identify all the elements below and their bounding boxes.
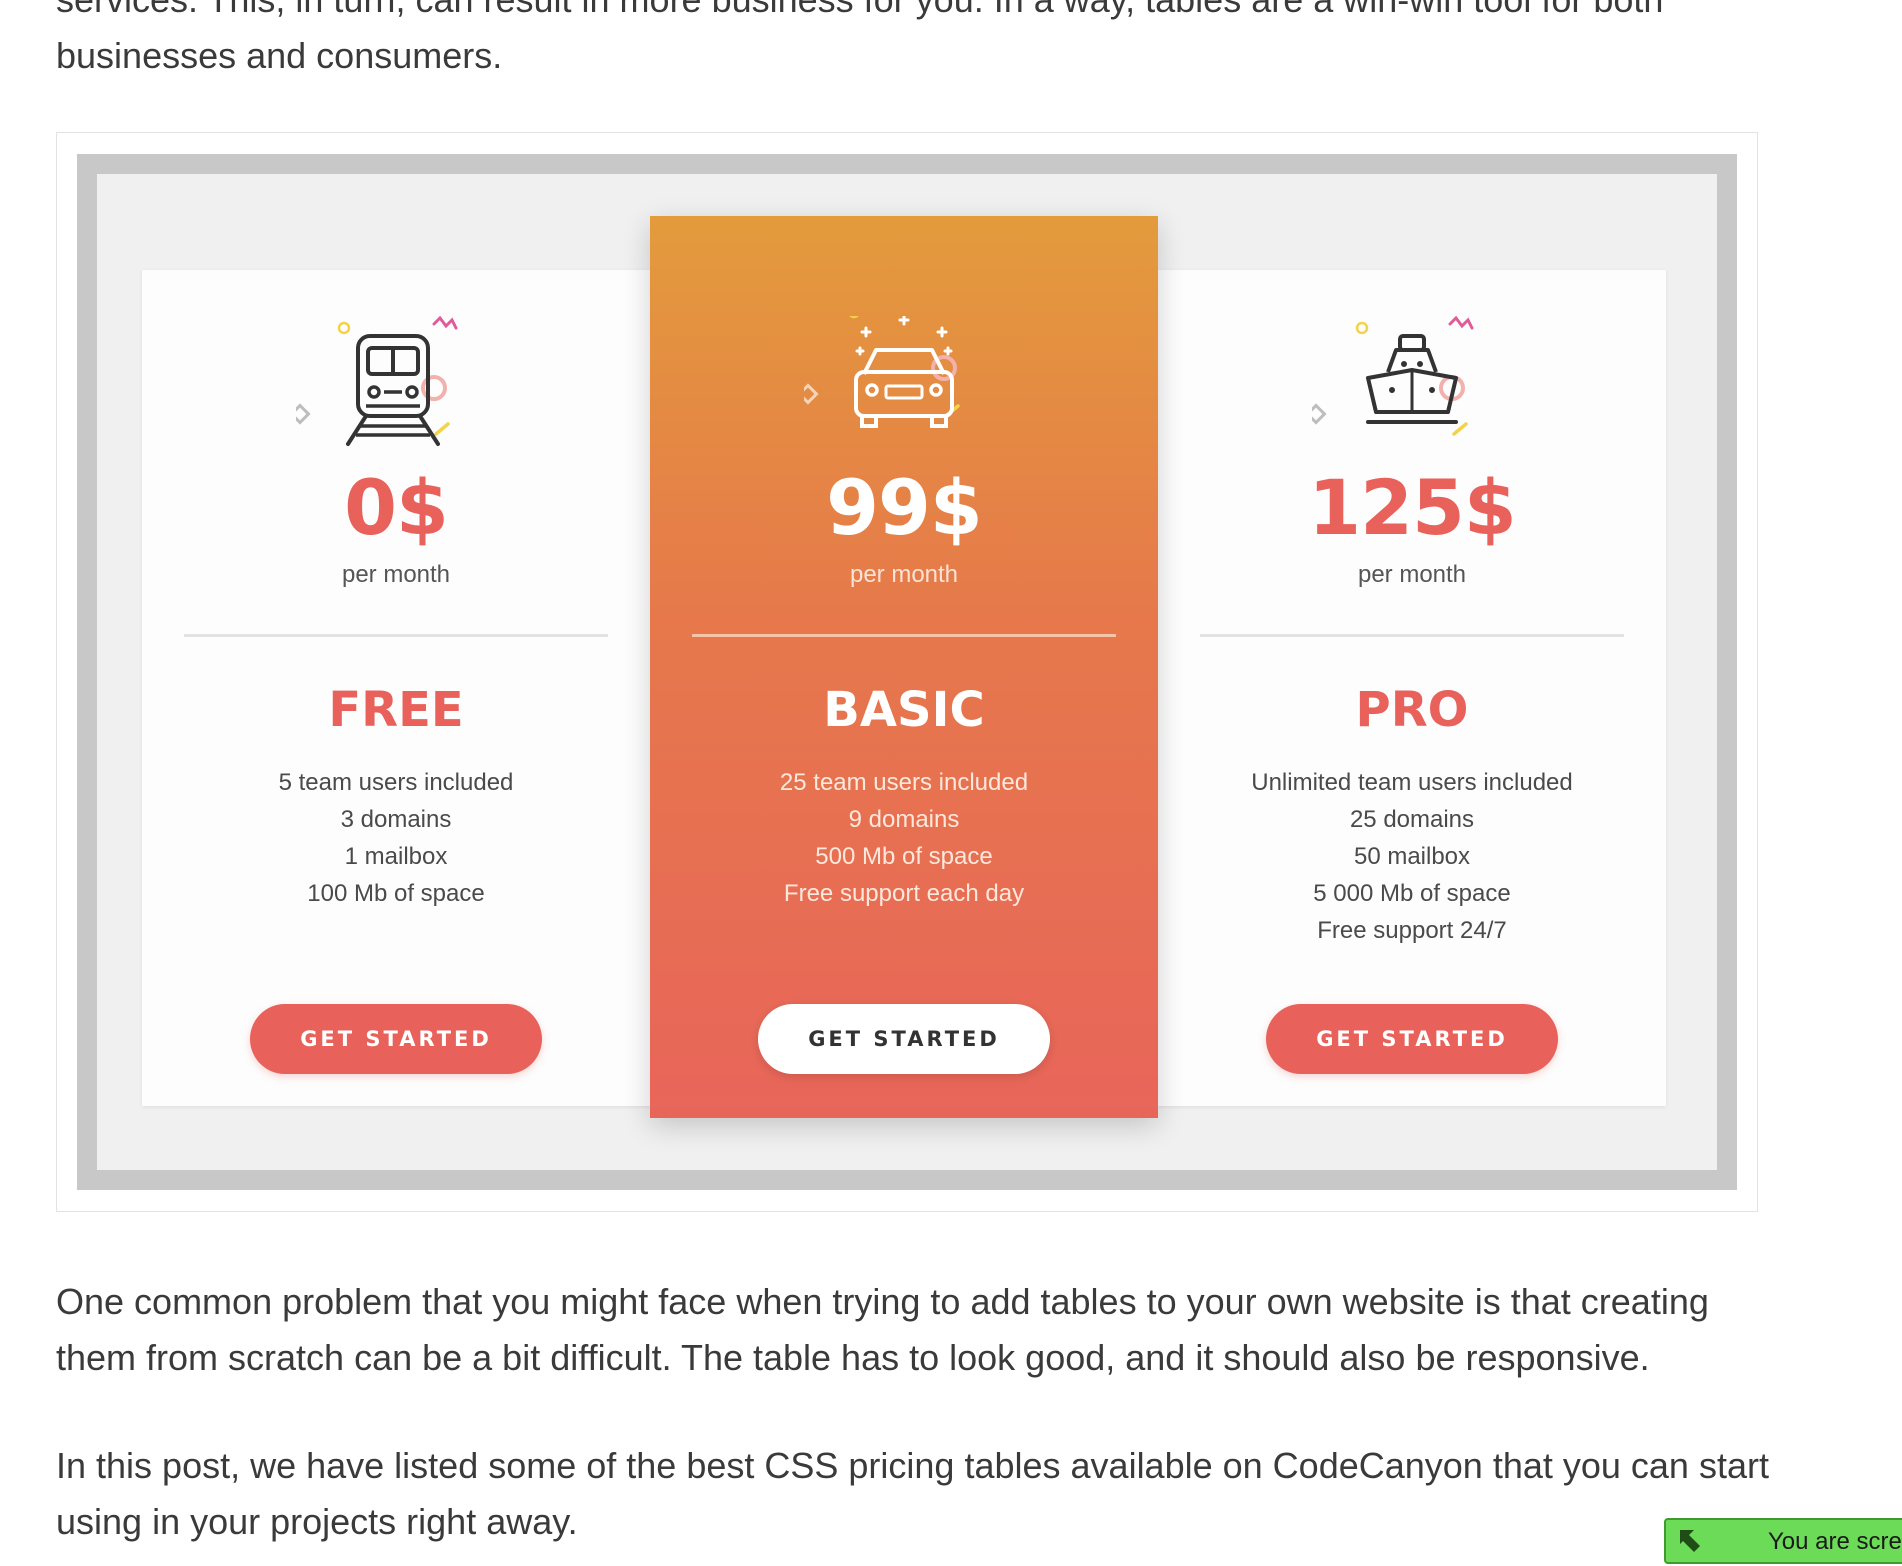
arrow-up-left-icon (1680, 1530, 1700, 1552)
feature-item: 25 team users included (779, 769, 1029, 796)
screen-share-toast[interactable]: You are scre (1664, 1518, 1902, 1564)
pricing-stage: 0$ per month FREE 5 team users included … (97, 174, 1717, 1170)
feature-list: 5 team users included 3 domains 1 mailbo… (142, 764, 650, 912)
get-started-button-basic[interactable]: GET STARTED (758, 1004, 1050, 1074)
get-started-button-free[interactable]: GET STARTED (250, 1004, 542, 1074)
body-paragraph: In this post, we have listed some of the… (56, 1445, 1769, 1542)
feature-item: 5 team users included (278, 769, 514, 796)
feature-item: 500 Mb of space (815, 843, 993, 870)
feature-item: 50 mailbox (1353, 843, 1471, 870)
screenshot-frame: 0$ per month FREE 5 team users included … (77, 154, 1737, 1190)
feature-item: Unlimited team users included (1251, 769, 1573, 796)
card-divider (184, 634, 608, 637)
body-paragraph: One common problem that you might face w… (56, 1281, 1709, 1378)
feature-list: 25 team users included 9 domains 500 Mb … (650, 764, 1158, 912)
plan-period: per month (341, 561, 451, 588)
car-icon (804, 316, 1004, 456)
pricing-card-free: 0$ per month FREE 5 team users included … (142, 270, 650, 1106)
feature-item: Free support each day (783, 880, 1025, 907)
plan-period: per month (849, 561, 959, 588)
plan-name: BASIC (823, 682, 985, 738)
card-divider (1200, 634, 1624, 637)
feature-item: 25 domains (1349, 806, 1475, 833)
feature-list: Unlimited team users included 25 domains… (1158, 764, 1666, 949)
train-icon (296, 316, 496, 456)
feature-item: 5 000 Mb of space (1313, 880, 1511, 907)
plan-period: per month (1357, 561, 1467, 588)
intro-line-partial: services. This, in turn, can result in m… (56, 0, 1776, 28)
plan-price: 99$ (826, 463, 983, 552)
intro-line: businesses and consumers. (56, 35, 503, 76)
intro-paragraph: services. This, in turn, can result in m… (56, 0, 1776, 84)
feature-item: 1 mailbox (344, 843, 448, 870)
ship-icon (1312, 316, 1512, 456)
pricing-card-basic: 99$ per month BASIC 25 team users includ… (650, 216, 1158, 1118)
feature-item: 9 domains (848, 806, 960, 833)
feature-item: 100 Mb of space (307, 880, 485, 907)
plan-name: PRO (1355, 682, 1469, 738)
toast-text: You are scre (1768, 1528, 1902, 1555)
plan-price: 0$ (344, 463, 449, 552)
pricing-card-pro: 125$ per month PRO Unlimited team users … (1158, 270, 1666, 1106)
get-started-button-pro[interactable]: GET STARTED (1266, 1004, 1558, 1074)
pricing-table-figure: 0$ per month FREE 5 team users included … (56, 132, 1758, 1212)
plan-name: FREE (328, 682, 464, 738)
feature-item: 3 domains (340, 806, 452, 833)
feature-item: Free support 24/7 (1317, 917, 1507, 944)
plan-price: 125$ (1308, 463, 1517, 552)
card-divider (692, 634, 1116, 637)
